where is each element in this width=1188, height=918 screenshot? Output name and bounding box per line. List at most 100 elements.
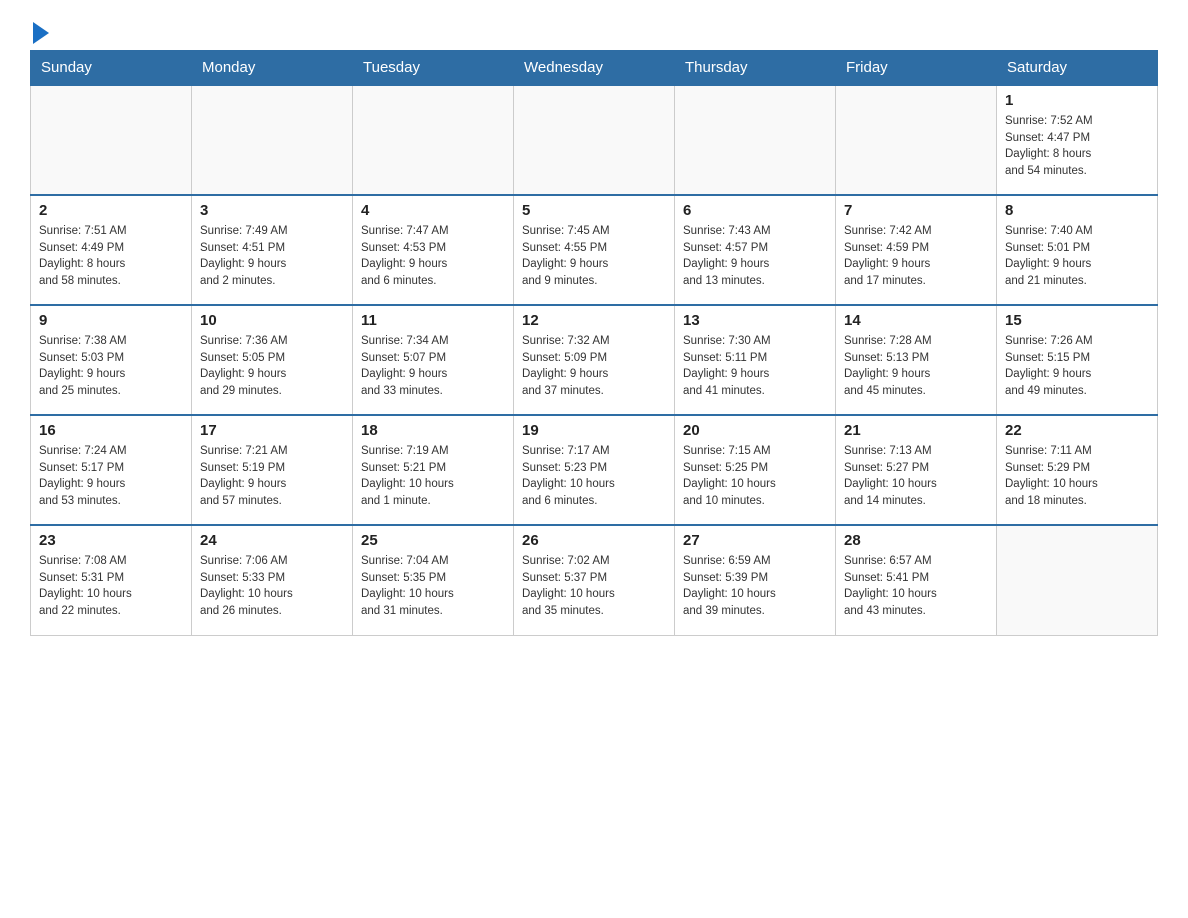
- day-number: 8: [1005, 202, 1149, 219]
- weekday-header-row: SundayMondayTuesdayWednesdayThursdayFrid…: [31, 51, 1158, 86]
- calendar-cell: 9 Sunrise: 7:38 AM Sunset: 5:03 PM Daylig…: [31, 305, 192, 415]
- calendar-cell: 2 Sunrise: 7:51 AM Sunset: 4:49 PM Daylig…: [31, 195, 192, 305]
- day-number: 27: [683, 532, 827, 549]
- calendar-cell: [836, 85, 997, 195]
- day-number: 14: [844, 312, 988, 329]
- calendar-cell: [353, 85, 514, 195]
- calendar-cell: 6 Sunrise: 7:43 AM Sunset: 4:57 PM Daylig…: [675, 195, 836, 305]
- day-info: Sunrise: 7:32 AM Sunset: 5:09 PM Dayligh…: [522, 333, 666, 400]
- day-number: 15: [1005, 312, 1149, 329]
- day-info: Sunrise: 7:47 AM Sunset: 4:53 PM Dayligh…: [361, 223, 505, 290]
- calendar-cell: 27 Sunrise: 6:59 AM Sunset: 5:39 PM Dayli…: [675, 525, 836, 635]
- page-header: [30, 20, 1158, 40]
- day-number: 6: [683, 202, 827, 219]
- logo: [30, 20, 49, 40]
- calendar-cell: 13 Sunrise: 7:30 AM Sunset: 5:11 PM Dayli…: [675, 305, 836, 415]
- day-info: Sunrise: 7:40 AM Sunset: 5:01 PM Dayligh…: [1005, 223, 1149, 290]
- day-number: 21: [844, 422, 988, 439]
- day-info: Sunrise: 7:21 AM Sunset: 5:19 PM Dayligh…: [200, 443, 344, 510]
- day-number: 2: [39, 202, 183, 219]
- day-number: 12: [522, 312, 666, 329]
- day-number: 3: [200, 202, 344, 219]
- weekday-header-sunday: Sunday: [31, 51, 192, 86]
- calendar-cell: 25 Sunrise: 7:04 AM Sunset: 5:35 PM Dayli…: [353, 525, 514, 635]
- calendar-cell: [514, 85, 675, 195]
- calendar-cell: 20 Sunrise: 7:15 AM Sunset: 5:25 PM Dayli…: [675, 415, 836, 525]
- calendar-cell: 19Sunrise: 7:17 AM Sunset: 5:23 PM Dayli…: [514, 415, 675, 525]
- day-info: Sunrise: 7:36 AM Sunset: 5:05 PM Dayligh…: [200, 333, 344, 400]
- day-number: 13: [683, 312, 827, 329]
- day-info: Sunrise: 7:49 AM Sunset: 4:51 PM Dayligh…: [200, 223, 344, 290]
- week-row-2: 2 Sunrise: 7:51 AM Sunset: 4:49 PM Daylig…: [31, 195, 1158, 305]
- week-row-5: 23Sunrise: 7:08 AM Sunset: 5:31 PM Dayli…: [31, 525, 1158, 635]
- day-number: 22: [1005, 422, 1149, 439]
- calendar-cell: 3 Sunrise: 7:49 AM Sunset: 4:51 PM Daylig…: [192, 195, 353, 305]
- calendar-cell: 23Sunrise: 7:08 AM Sunset: 5:31 PM Dayli…: [31, 525, 192, 635]
- day-info: Sunrise: 6:59 AM Sunset: 5:39 PM Dayligh…: [683, 553, 827, 620]
- week-row-3: 9 Sunrise: 7:38 AM Sunset: 5:03 PM Daylig…: [31, 305, 1158, 415]
- weekday-header-thursday: Thursday: [675, 51, 836, 86]
- day-info: Sunrise: 7:43 AM Sunset: 4:57 PM Dayligh…: [683, 223, 827, 290]
- day-number: 7: [844, 202, 988, 219]
- calendar-cell: 5 Sunrise: 7:45 AM Sunset: 4:55 PM Daylig…: [514, 195, 675, 305]
- day-number: 5: [522, 202, 666, 219]
- day-number: 28: [844, 532, 988, 549]
- day-info: Sunrise: 7:15 AM Sunset: 5:25 PM Dayligh…: [683, 443, 827, 510]
- calendar-cell: 26 Sunrise: 7:02 AM Sunset: 5:37 PM Dayli…: [514, 525, 675, 635]
- day-info: Sunrise: 7:45 AM Sunset: 4:55 PM Dayligh…: [522, 223, 666, 290]
- day-info: Sunrise: 7:51 AM Sunset: 4:49 PM Dayligh…: [39, 223, 183, 290]
- day-number: 20: [683, 422, 827, 439]
- calendar-cell: 15 Sunrise: 7:26 AM Sunset: 5:15 PM Dayli…: [997, 305, 1158, 415]
- day-number: 4: [361, 202, 505, 219]
- calendar-cell: 7 Sunrise: 7:42 AM Sunset: 4:59 PM Daylig…: [836, 195, 997, 305]
- day-info: Sunrise: 7:28 AM Sunset: 5:13 PM Dayligh…: [844, 333, 988, 400]
- day-info: Sunrise: 7:11 AM Sunset: 5:29 PM Dayligh…: [1005, 443, 1149, 510]
- calendar-cell: 11Sunrise: 7:34 AM Sunset: 5:07 PM Dayli…: [353, 305, 514, 415]
- calendar-cell: 21 Sunrise: 7:13 AM Sunset: 5:27 PM Dayli…: [836, 415, 997, 525]
- calendar-table: SundayMondayTuesdayWednesdayThursdayFrid…: [30, 50, 1158, 636]
- day-number: 16: [39, 422, 183, 439]
- day-number: 1: [1005, 92, 1149, 109]
- calendar-cell: 24Sunrise: 7:06 AM Sunset: 5:33 PM Dayli…: [192, 525, 353, 635]
- day-info: Sunrise: 7:52 AM Sunset: 4:47 PM Dayligh…: [1005, 113, 1149, 180]
- day-info: Sunrise: 7:38 AM Sunset: 5:03 PM Dayligh…: [39, 333, 183, 400]
- calendar-cell: 16 Sunrise: 7:24 AM Sunset: 5:17 PM Dayli…: [31, 415, 192, 525]
- day-info: Sunrise: 7:04 AM Sunset: 5:35 PM Dayligh…: [361, 553, 505, 620]
- day-number: 19: [522, 422, 666, 439]
- day-number: 11: [361, 312, 505, 329]
- day-number: 25: [361, 532, 505, 549]
- day-number: 26: [522, 532, 666, 549]
- calendar-cell: 28Sunrise: 6:57 AM Sunset: 5:41 PM Dayli…: [836, 525, 997, 635]
- day-number: 23: [39, 532, 183, 549]
- day-info: Sunrise: 7:13 AM Sunset: 5:27 PM Dayligh…: [844, 443, 988, 510]
- calendar-cell: 14 Sunrise: 7:28 AM Sunset: 5:13 PM Dayli…: [836, 305, 997, 415]
- calendar-cell: 18 Sunrise: 7:19 AM Sunset: 5:21 PM Dayli…: [353, 415, 514, 525]
- calendar-cell: [675, 85, 836, 195]
- calendar-cell: 4 Sunrise: 7:47 AM Sunset: 4:53 PM Daylig…: [353, 195, 514, 305]
- calendar-cell: 10 Sunrise: 7:36 AM Sunset: 5:05 PM Dayli…: [192, 305, 353, 415]
- day-info: Sunrise: 7:19 AM Sunset: 5:21 PM Dayligh…: [361, 443, 505, 510]
- weekday-header-wednesday: Wednesday: [514, 51, 675, 86]
- weekday-header-saturday: Saturday: [997, 51, 1158, 86]
- day-number: 9: [39, 312, 183, 329]
- calendar-cell: [192, 85, 353, 195]
- weekday-header-friday: Friday: [836, 51, 997, 86]
- logo-arrow-icon: [33, 22, 49, 44]
- calendar-cell: 17 Sunrise: 7:21 AM Sunset: 5:19 PM Dayli…: [192, 415, 353, 525]
- day-info: Sunrise: 7:42 AM Sunset: 4:59 PM Dayligh…: [844, 223, 988, 290]
- day-info: Sunrise: 7:26 AM Sunset: 5:15 PM Dayligh…: [1005, 333, 1149, 400]
- weekday-header-monday: Monday: [192, 51, 353, 86]
- day-info: Sunrise: 7:30 AM Sunset: 5:11 PM Dayligh…: [683, 333, 827, 400]
- day-info: Sunrise: 7:06 AM Sunset: 5:33 PM Dayligh…: [200, 553, 344, 620]
- calendar-cell: 12 Sunrise: 7:32 AM Sunset: 5:09 PM Dayli…: [514, 305, 675, 415]
- day-number: 18: [361, 422, 505, 439]
- day-number: 17: [200, 422, 344, 439]
- calendar-cell: [31, 85, 192, 195]
- day-info: Sunrise: 7:02 AM Sunset: 5:37 PM Dayligh…: [522, 553, 666, 620]
- week-row-4: 16 Sunrise: 7:24 AM Sunset: 5:17 PM Dayli…: [31, 415, 1158, 525]
- day-number: 10: [200, 312, 344, 329]
- calendar-cell: 22 Sunrise: 7:11 AM Sunset: 5:29 PM Dayli…: [997, 415, 1158, 525]
- day-info: Sunrise: 7:24 AM Sunset: 5:17 PM Dayligh…: [39, 443, 183, 510]
- weekday-header-tuesday: Tuesday: [353, 51, 514, 86]
- week-row-1: 1 Sunrise: 7:52 AM Sunset: 4:47 PM Daylig…: [31, 85, 1158, 195]
